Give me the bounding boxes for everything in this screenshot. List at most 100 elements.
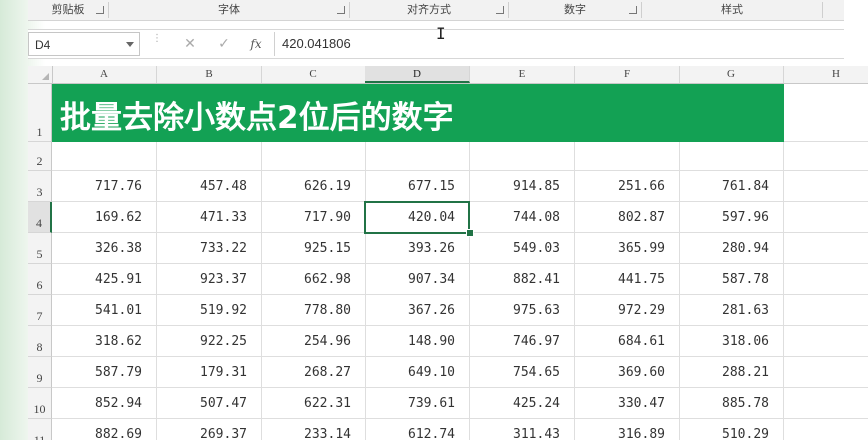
ribbon-group-clipboard[interactable]: 剪贴板: [28, 0, 108, 20]
row-header-3[interactable]: 3: [28, 171, 52, 202]
cell-c3[interactable]: 626.19: [261, 171, 365, 202]
cell-d8[interactable]: 148.90: [365, 326, 469, 357]
ribbon-group-alignment[interactable]: 对齐方式: [350, 0, 508, 20]
cell-g11[interactable]: 510.29: [679, 419, 783, 440]
cell-a4[interactable]: 169.62: [52, 202, 156, 233]
cell-d5[interactable]: 393.26: [365, 233, 469, 264]
row-header-9[interactable]: 9: [28, 357, 52, 388]
cell-a7[interactable]: 541.01: [52, 295, 156, 326]
cell-c8[interactable]: 254.96: [261, 326, 365, 357]
name-box[interactable]: D4: [28, 32, 140, 56]
cell-f3[interactable]: 251.66: [575, 171, 679, 202]
cell-c4[interactable]: 717.90: [261, 202, 365, 233]
cell-b5[interactable]: 733.22: [157, 233, 261, 264]
row-header-4[interactable]: 4: [28, 202, 52, 233]
cell-c9[interactable]: 268.27: [261, 357, 365, 388]
cell-e9[interactable]: 754.65: [470, 357, 574, 388]
cell-a5[interactable]: 326.38: [52, 233, 156, 264]
cell-d10[interactable]: 739.61: [365, 388, 469, 419]
cell-c10[interactable]: 622.31: [261, 388, 365, 419]
dialog-launcher-icon[interactable]: [629, 6, 637, 14]
cell-b4[interactable]: 471.33: [157, 202, 261, 233]
ribbon-group-font[interactable]: 字体: [109, 0, 349, 20]
cell-g8[interactable]: 318.06: [679, 326, 783, 357]
cell-c5[interactable]: 925.15: [261, 233, 365, 264]
cell-b6[interactable]: 923.37: [157, 264, 261, 295]
cell-g5[interactable]: 280.94: [679, 233, 783, 264]
row-header-10[interactable]: 10: [28, 388, 52, 419]
row-header-5[interactable]: 5: [28, 233, 52, 264]
cell-b7[interactable]: 519.92: [157, 295, 261, 326]
formula-input[interactable]: 420.041806: [282, 30, 351, 58]
cell-g4[interactable]: 597.96: [679, 202, 783, 233]
column-header-f[interactable]: F: [575, 66, 680, 83]
cell-b9[interactable]: 179.31: [157, 357, 261, 388]
fill-handle[interactable]: [466, 229, 474, 237]
spreadsheet-grid[interactable]: A B C D E F G H 1 2 3 4 5 6 7 8 9 10 11 批量去除小数点2位后的数字 717.…: [28, 66, 868, 440]
cell-g6[interactable]: 587.78: [679, 264, 783, 295]
cell-b8[interactable]: 922.25: [157, 326, 261, 357]
chevron-down-icon[interactable]: [126, 42, 134, 47]
cell-b3[interactable]: 457.48: [157, 171, 261, 202]
ribbon-group-styles[interactable]: 样式: [642, 0, 822, 20]
enter-button[interactable]: ✓: [212, 33, 236, 55]
column-header-a[interactable]: A: [52, 66, 157, 83]
cell-d3[interactable]: 677.15: [365, 171, 469, 202]
cell-e6[interactable]: 882.41: [470, 264, 574, 295]
cell-e5[interactable]: 549.03: [470, 233, 574, 264]
cell-d7[interactable]: 367.26: [365, 295, 469, 326]
column-header-c[interactable]: C: [261, 66, 366, 83]
row-header-11[interactable]: 11: [28, 419, 52, 440]
cell-d11[interactable]: 612.74: [365, 419, 469, 440]
cell-c6[interactable]: 662.98: [261, 264, 365, 295]
row-header-2[interactable]: 2: [28, 142, 52, 171]
cell-a11[interactable]: 882.69: [52, 419, 156, 440]
cell-f10[interactable]: 330.47: [575, 388, 679, 419]
cell-g3[interactable]: 761.84: [679, 171, 783, 202]
cell-e11[interactable]: 311.43: [470, 419, 574, 440]
row-header-7[interactable]: 7: [28, 295, 52, 326]
cell-b10[interactable]: 507.47: [157, 388, 261, 419]
cell-b11[interactable]: 269.37: [157, 419, 261, 440]
cell-e4[interactable]: 744.08: [470, 202, 574, 233]
cell-e8[interactable]: 746.97: [470, 326, 574, 357]
cell-a8[interactable]: 318.62: [52, 326, 156, 357]
dialog-launcher-icon[interactable]: [96, 6, 104, 14]
column-header-h[interactable]: H: [784, 66, 868, 83]
column-header-e[interactable]: E: [470, 66, 575, 83]
cell-f9[interactable]: 369.60: [575, 357, 679, 388]
row-header-6[interactable]: 6: [28, 264, 52, 295]
cell-a3[interactable]: 717.76: [52, 171, 156, 202]
cell-e3[interactable]: 914.85: [470, 171, 574, 202]
ribbon-group-number[interactable]: 数字: [509, 0, 641, 20]
row-header-8[interactable]: 8: [28, 326, 52, 357]
insert-function-button[interactable]: fx: [244, 33, 268, 55]
cell-f11[interactable]: 316.89: [575, 419, 679, 440]
cell-c11[interactable]: 233.14: [261, 419, 365, 440]
cell-g9[interactable]: 288.21: [679, 357, 783, 388]
cell-f5[interactable]: 365.99: [575, 233, 679, 264]
cell-f4[interactable]: 802.87: [575, 202, 679, 233]
cell-d9[interactable]: 649.10: [365, 357, 469, 388]
cell-e7[interactable]: 975.63: [470, 295, 574, 326]
cell-g10[interactable]: 885.78: [679, 388, 783, 419]
cell-f6[interactable]: 441.75: [575, 264, 679, 295]
dialog-launcher-icon[interactable]: [337, 6, 345, 14]
cancel-button[interactable]: ✕: [178, 33, 202, 55]
cell-c7[interactable]: 778.80: [261, 295, 365, 326]
cell-a6[interactable]: 425.91: [52, 264, 156, 295]
cell-e10[interactable]: 425.24: [470, 388, 574, 419]
select-all-button[interactable]: [28, 66, 53, 83]
drag-handle-icon[interactable]: ⋮: [152, 34, 162, 50]
cell-a9[interactable]: 587.79: [52, 357, 156, 388]
dialog-launcher-icon[interactable]: [496, 6, 504, 14]
cell-g7[interactable]: 281.63: [679, 295, 783, 326]
row-header-1[interactable]: 1: [28, 84, 52, 142]
cell-f8[interactable]: 684.61: [575, 326, 679, 357]
cell-d6[interactable]: 907.34: [365, 264, 469, 295]
column-header-d[interactable]: D: [365, 66, 470, 83]
column-header-g[interactable]: G: [679, 66, 784, 83]
cell-f7[interactable]: 972.29: [575, 295, 679, 326]
column-header-b[interactable]: B: [157, 66, 262, 83]
cell-a10[interactable]: 852.94: [52, 388, 156, 419]
